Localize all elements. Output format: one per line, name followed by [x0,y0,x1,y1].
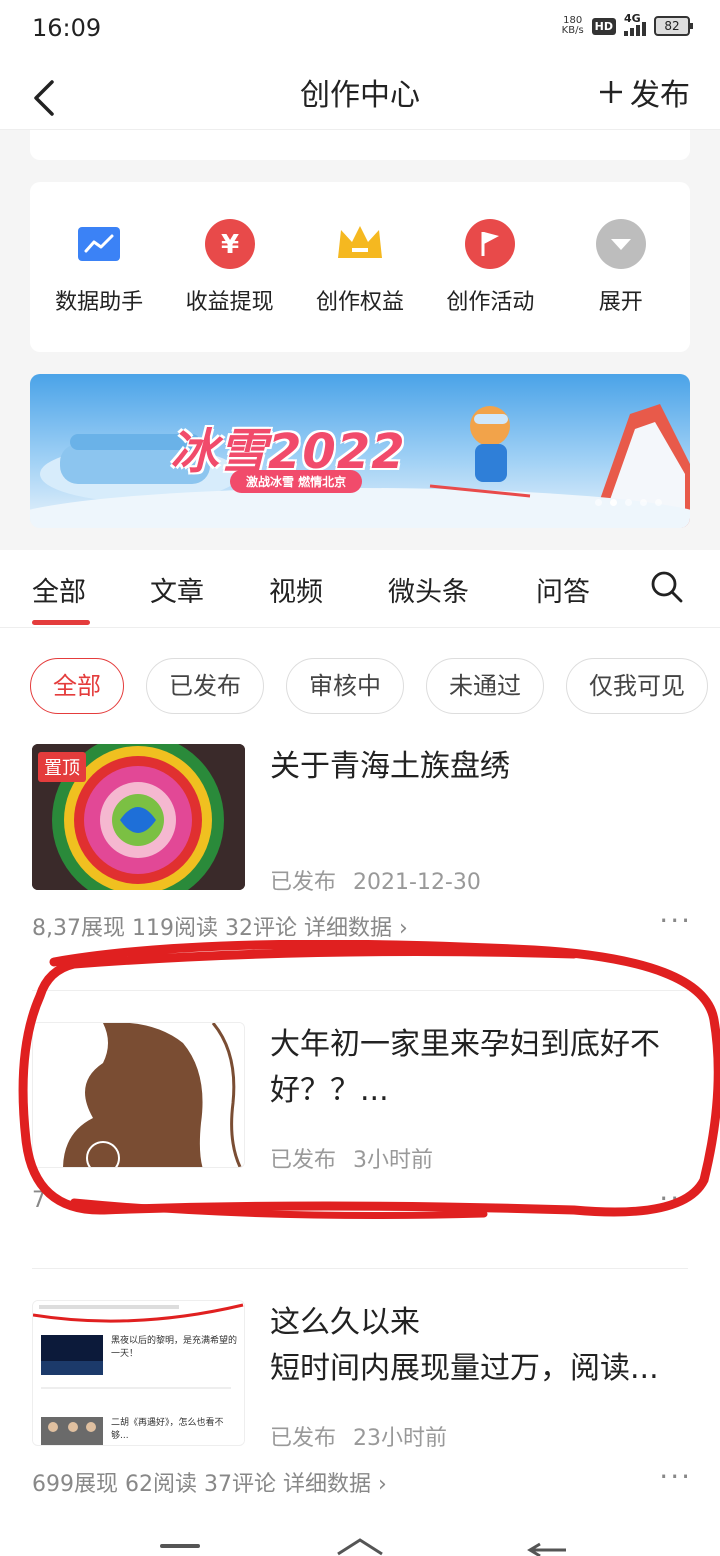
divider [32,1268,688,1269]
article-thumbnail [32,1022,245,1168]
header: 创作中心 发布 [0,56,720,130]
filter-reviewing[interactable]: 审核中 [286,658,404,714]
article-stats: 7 [32,1188,46,1213]
filter-rejected[interactable]: 未通过 [426,658,544,714]
divider [32,990,688,991]
article-stats[interactable]: 699展现 62阅读 37评论 详细数据 › [32,1466,387,1498]
tab-videos[interactable]: 视频 [269,570,323,609]
thumbnail-caption: 黑夜以后的黎明，是充满希望的一天！ [111,1336,238,1359]
publish-button[interactable]: 发布 [598,70,690,114]
article-title: 这么久以来 短时间内展现量过万，阅读... [270,1305,659,1386]
banner-dot [655,499,662,506]
system-nav-bar [0,1530,720,1556]
filter-private[interactable]: 仅我可见 [566,658,708,714]
article-status: 已发布 2021-12-30 [270,870,481,895]
more-options-button[interactable]: ··· [659,1182,692,1215]
pinned-badge: 置顶 [38,752,86,782]
more-options-button[interactable]: ··· [659,904,692,937]
banner-dot-active [610,499,617,506]
article-list: 全部 已发布 审核中 未通过 仅我可见 置顶 关于青海土族盘绣 已发布 2021… [0,628,720,1556]
hd-icon: HD [591,17,616,35]
tool-creator-rights[interactable]: 创作权益 [300,218,420,316]
thumbnail-caption: 二胡《再遇好》，怎么也看不够... [111,1418,224,1441]
system-nav-icons [160,1538,566,1556]
flag-icon [464,218,516,270]
tool-income-withdraw[interactable]: ¥ 收益提现 [170,218,290,316]
filter-all[interactable]: 全部 [30,658,124,714]
signal-icon: 4G [624,12,646,36]
article-status: 已发布 23小时前 [270,1426,448,1451]
tool-expand[interactable]: 展开 [561,218,681,316]
more-options-button[interactable]: ··· [659,1460,692,1493]
status-icons: 180 KB/s HD 4G 82 [561,12,693,36]
status-bar: 16:09 180 KB/s HD 4G 82 [0,0,720,56]
content-tabs: 全部 文章 视频 微头条 问答 [0,550,720,628]
article-thumbnail: 黑夜以后的黎明，是充满希望的一天！ 二胡《再遇好》，怎么也看不够... [32,1300,245,1446]
banner-pagination [595,499,662,506]
tab-articles[interactable]: 文章 [150,570,204,609]
tool-creator-activity[interactable]: 创作活动 [430,218,550,316]
network-speed: 180 KB/s [561,15,584,36]
pregnant-woman-image [33,1023,244,1167]
tools-card: 数据助手 ¥ 收益提现 创作权益 创作活动 展开 [30,182,690,352]
filter-published[interactable]: 已发布 [146,658,264,714]
banner-dot [595,499,602,506]
tool-data-assistant[interactable]: 数据助手 [39,218,159,316]
status-filters: 全部 已发布 审核中 未通过 仅我可见 [30,658,708,714]
search-icon [651,571,683,603]
yuan-icon: ¥ [204,218,256,270]
article-title: 大年初一家里来孕妇到底好不好？？... [270,1027,660,1108]
status-time: 16:09 [32,14,102,42]
chart-icon [73,218,125,270]
plus-icon [600,81,622,103]
search-button[interactable] [650,570,684,608]
banner-subtitle: 激战冰雪 燃情北京 [230,470,363,493]
article-item[interactable]: 置顶 关于青海土族盘绣 已发布 2021-12-30 8,37展现 119阅读 … [32,744,692,944]
article-item[interactable]: 大年初一家里来孕妇到底好不好？？... 已发布 3小时前 7 ··· [32,1022,692,1222]
tab-micro-posts[interactable]: 微头条 [388,570,469,609]
article-item[interactable]: 黑夜以后的黎明，是充满希望的一天！ 二胡《再遇好》，怎么也看不够... 这么久以… [32,1300,692,1500]
tab-qa[interactable]: 问答 [536,570,590,609]
promo-banner[interactable]: 冰雪2022 激战冰雪 燃情北京 [30,374,690,528]
active-tab-indicator [32,620,90,625]
article-status: 已发布 3小时前 [270,1148,434,1173]
previous-card-edge [30,130,690,160]
chevron-down-icon [595,218,647,270]
banner-dot [640,499,647,506]
crown-icon [334,218,386,270]
battery-icon: 82 [654,16,693,36]
banner-dot [625,499,632,506]
svg-text:¥: ¥ [221,230,239,260]
tab-all[interactable]: 全部 [32,570,86,609]
article-thumbnail: 置顶 [32,744,245,890]
article-stats: 8,37展现 119阅读 32评论 详细数据 › [32,916,408,941]
article-title: 关于青海土族盘绣 [270,749,510,784]
